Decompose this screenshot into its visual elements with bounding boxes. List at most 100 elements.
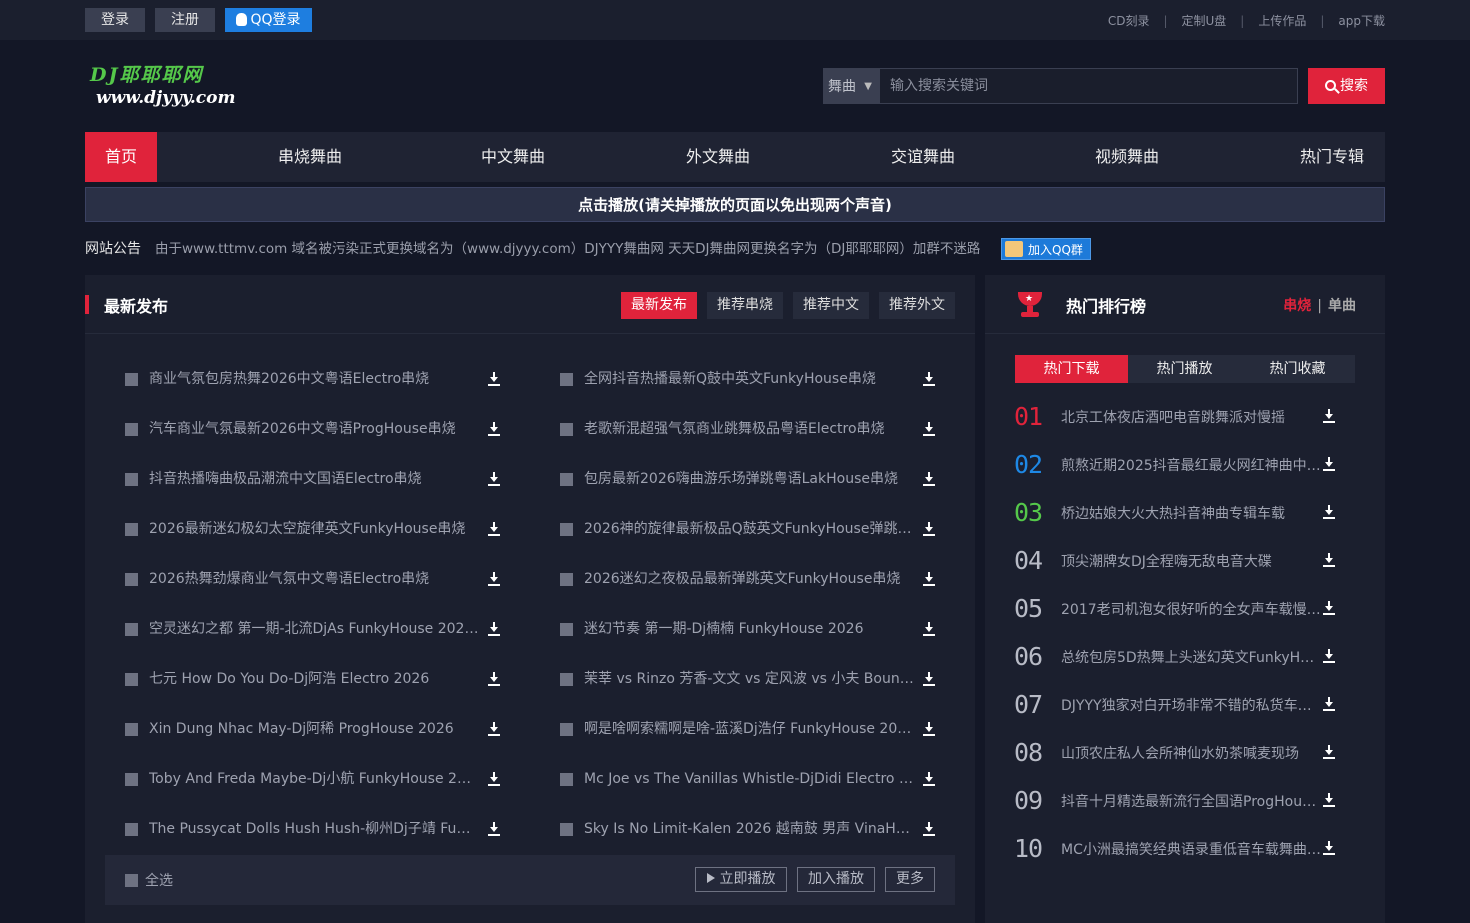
tab-rec-chinese[interactable]: 推荐中文: [793, 292, 869, 319]
song-title[interactable]: 汽车商业气氛最新2026中文粤语ProgHouse串烧: [149, 419, 479, 439]
song-title[interactable]: 商业气氛包房热舞2026中文粤语Electro串烧: [149, 369, 479, 389]
download-icon[interactable]: [1323, 409, 1335, 423]
download-icon[interactable]: [923, 372, 935, 386]
song-item[interactable]: 2026最新迷幻极幻太空旋律英文FunkyHouse串烧: [105, 504, 510, 554]
song-checkbox[interactable]: [560, 423, 573, 436]
song-item[interactable]: 茉莘 vs Rinzo 芳香-文文 vs 定风波 vs 小夫 Bounce 20…: [540, 654, 945, 704]
download-icon[interactable]: [1323, 841, 1335, 855]
ranking-item[interactable]: 01 北京工体夜店酒吧电音跳舞派对慢摇: [985, 402, 1385, 450]
download-icon[interactable]: [1323, 553, 1335, 567]
ranking-item[interactable]: 10 MC小洲最搞笑经典语录重低音车载舞曲串烧: [985, 834, 1385, 882]
download-icon[interactable]: [923, 522, 935, 536]
download-icon[interactable]: [923, 672, 935, 686]
tab-rec-medley[interactable]: 推荐串烧: [707, 292, 783, 319]
download-icon[interactable]: [488, 572, 500, 586]
song-item[interactable]: The Pussycat Dolls Hush Hush-柳州Dj子靖 Funk…: [105, 804, 510, 854]
song-title[interactable]: 啊是啥啊索糯啊是啥-蓝溪Dj浩仔 FunkyHouse 2026: [584, 719, 914, 739]
song-checkbox[interactable]: [560, 623, 573, 636]
song-title[interactable]: 2026热舞劲爆商业气氛中文粤语Electro串烧: [149, 569, 479, 589]
song-title[interactable]: 包房最新2026嗨曲游乐场弹跳粤语LakHouse串烧: [584, 469, 914, 489]
song-item[interactable]: 抖音热播嗨曲极品潮流中文国语Electro串烧: [105, 454, 510, 504]
song-item[interactable]: 2026神的旋律最新极品Q鼓英文FunkyHouse弹跳串烧: [540, 504, 945, 554]
song-title[interactable]: The Pussycat Dolls Hush Hush-柳州Dj子靖 Funk…: [149, 819, 479, 839]
download-icon[interactable]: [923, 422, 935, 436]
download-icon[interactable]: [488, 822, 500, 836]
song-item[interactable]: 商业气氛包房热舞2026中文粤语Electro串烧: [105, 354, 510, 404]
ranking-item[interactable]: 04 顶尖潮牌女DJ全程嗨无敌电音大碟: [985, 546, 1385, 594]
top-link-app[interactable]: app下载: [1324, 14, 1385, 28]
song-title[interactable]: 迷幻节奏 第一期-Dj楠楠 FunkyHouse 2026: [584, 619, 914, 639]
download-icon[interactable]: [488, 772, 500, 786]
join-qq-group-button[interactable]: 加入QQ群: [1001, 238, 1091, 260]
song-item[interactable]: 迷幻节奏 第一期-Dj楠楠 FunkyHouse 2026: [540, 604, 945, 654]
site-logo[interactable]: DJ耶耶耶网 www.djyyy.com: [90, 60, 240, 110]
nav-ballroom[interactable]: 交谊舞曲: [873, 132, 973, 182]
song-title[interactable]: 全网抖音热播最新Q鼓中英文FunkyHouse串烧: [584, 369, 914, 389]
qq-login-button[interactable]: QQ登录: [225, 8, 312, 32]
song-checkbox[interactable]: [125, 523, 138, 536]
ranking-title-text[interactable]: 北京工体夜店酒吧电音跳舞派对慢摇: [1061, 408, 1321, 428]
download-icon[interactable]: [923, 572, 935, 586]
song-title[interactable]: 2026迷幻之夜极品最新弹跳英文FunkyHouse串烧: [584, 569, 914, 589]
nav-video[interactable]: 视频舞曲: [1077, 132, 1177, 182]
top-link-cd[interactable]: CD刻录: [1094, 14, 1164, 28]
download-icon[interactable]: [488, 672, 500, 686]
song-checkbox[interactable]: [560, 823, 573, 836]
ranking-title-text[interactable]: 顶尖潮牌女DJ全程嗨无敌电音大碟: [1061, 552, 1321, 572]
search-input[interactable]: [879, 68, 1298, 104]
download-icon[interactable]: [923, 472, 935, 486]
tab-hot-favorite[interactable]: 热门收藏: [1241, 355, 1354, 383]
switch-medley[interactable]: 串烧: [1283, 298, 1311, 314]
song-checkbox[interactable]: [125, 673, 138, 686]
add-to-playlist-button[interactable]: 加入播放: [797, 867, 875, 892]
more-button[interactable]: 更多: [885, 867, 935, 892]
ranking-title-text[interactable]: 桥边姑娘大火大热抖音神曲专辑车载: [1061, 504, 1321, 524]
login-button[interactable]: 登录: [85, 8, 145, 32]
song-checkbox[interactable]: [125, 723, 138, 736]
select-all-checkbox[interactable]: [125, 874, 138, 887]
register-button[interactable]: 注册: [155, 8, 215, 32]
switch-single[interactable]: 单曲: [1328, 298, 1356, 314]
top-link-upload[interactable]: 上传作品: [1244, 14, 1320, 28]
download-icon[interactable]: [923, 822, 935, 836]
song-title[interactable]: 七元 How Do You Do-Dj阿浩 Electro 2026: [149, 669, 479, 689]
ranking-item[interactable]: 05 2017老司机泡女很好听的全女声车载慢摇串烧: [985, 594, 1385, 642]
download-icon[interactable]: [1323, 745, 1335, 759]
nav-albums[interactable]: 热门专辑: [1282, 132, 1382, 182]
search-button[interactable]: 搜索: [1308, 68, 1385, 104]
song-checkbox[interactable]: [125, 773, 138, 786]
song-title[interactable]: 空灵迷幻之都 第一期-北流DjAs FunkyHouse 2026 串烧: [149, 619, 479, 639]
ranking-item[interactable]: 02 煎熬近期2025抖音最红最火网红神曲中文串烧: [985, 450, 1385, 498]
download-icon[interactable]: [923, 772, 935, 786]
song-item[interactable]: 全网抖音热播最新Q鼓中英文FunkyHouse串烧: [540, 354, 945, 404]
song-checkbox[interactable]: [560, 573, 573, 586]
song-checkbox[interactable]: [560, 523, 573, 536]
ranking-item[interactable]: 09 抖音十月精选最新流行全国语ProgHouse串烧: [985, 786, 1385, 834]
download-icon[interactable]: [488, 472, 500, 486]
song-checkbox[interactable]: [125, 473, 138, 486]
song-item[interactable]: 老歌新混超强气氛商业跳舞极品粤语Electro串烧: [540, 404, 945, 454]
ranking-title-text[interactable]: 总统包房5D热舞上头迷幻英文FunkyHouse串烧: [1061, 648, 1321, 668]
song-item[interactable]: 2026迷幻之夜极品最新弹跳英文FunkyHouse串烧: [540, 554, 945, 604]
song-checkbox[interactable]: [125, 373, 138, 386]
song-title[interactable]: 2026神的旋律最新极品Q鼓英文FunkyHouse弹跳串烧: [584, 519, 914, 539]
song-item[interactable]: Xin Dung Nhac May-Dj阿稀 ProgHouse 2026: [105, 704, 510, 754]
song-item[interactable]: Toby And Freda Maybe-Dj小航 FunkyHouse 202…: [105, 754, 510, 804]
tab-hot-play[interactable]: 热门播放: [1128, 355, 1241, 383]
song-checkbox[interactable]: [125, 423, 138, 436]
tab-rec-foreign[interactable]: 推荐外文: [879, 292, 955, 319]
song-title[interactable]: 茉莘 vs Rinzo 芳香-文文 vs 定风波 vs 小夫 Bounce 20…: [584, 669, 914, 689]
download-icon[interactable]: [488, 522, 500, 536]
download-icon[interactable]: [488, 422, 500, 436]
download-icon[interactable]: [1323, 793, 1335, 807]
song-checkbox[interactable]: [125, 823, 138, 836]
ranking-item[interactable]: 08 山顶农庄私人会所神仙水奶茶喊麦现场: [985, 738, 1385, 786]
ranking-item[interactable]: 07 DJYYY独家对白开场非常不错的私货车载串烧: [985, 690, 1385, 738]
song-title[interactable]: 抖音热播嗨曲极品潮流中文国语Electro串烧: [149, 469, 479, 489]
download-icon[interactable]: [488, 622, 500, 636]
song-checkbox[interactable]: [125, 623, 138, 636]
tab-latest[interactable]: 最新发布: [621, 292, 697, 319]
song-title[interactable]: Xin Dung Nhac May-Dj阿稀 ProgHouse 2026: [149, 719, 479, 739]
song-checkbox[interactable]: [560, 723, 573, 736]
nav-foreign[interactable]: 外文舞曲: [668, 132, 768, 182]
